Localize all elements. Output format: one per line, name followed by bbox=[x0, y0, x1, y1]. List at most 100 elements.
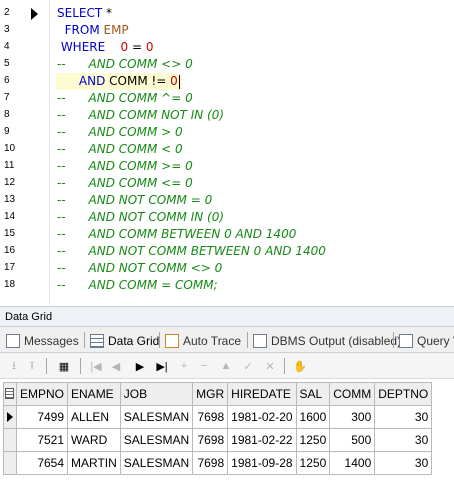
tab-dbms-output[interactable]: DBMS Output (disabled) bbox=[253, 330, 401, 351]
code-line[interactable]: 10 -- AND COMM < 0 bbox=[0, 141, 454, 158]
column-header[interactable]: HIREDATE bbox=[227, 382, 297, 406]
code-token: SELECT bbox=[57, 6, 103, 20]
row-indicator[interactable] bbox=[3, 405, 17, 429]
code-line[interactable]: 17 -- AND NOT COMM <> 0 bbox=[0, 260, 454, 277]
code-token: * bbox=[102, 6, 113, 20]
grid-corner[interactable] bbox=[3, 382, 17, 406]
tab-data-grid[interactable]: Data Grid bbox=[90, 330, 159, 351]
row-indicator[interactable] bbox=[3, 428, 17, 452]
column-header[interactable]: MGR bbox=[192, 382, 229, 406]
column-header[interactable]: JOB bbox=[119, 382, 194, 406]
code-line[interactable]: 18 -- AND COMM = COMM; bbox=[0, 277, 454, 294]
table-row[interactable]: 7499 ALLEN SALESMAN 7698 1981-02-20 1600 300 30 bbox=[3, 405, 433, 429]
grid-cell[interactable]: 1250 bbox=[295, 451, 331, 475]
grid-options-icon[interactable]: ▦ bbox=[56, 358, 72, 374]
code-line[interactable]: 7 -- AND COMM ^= 0 bbox=[0, 90, 454, 107]
column-header[interactable]: ENAME bbox=[67, 382, 121, 406]
code-token: AND COMM BETWEEN 0 AND 1400 bbox=[65, 227, 297, 241]
column-header[interactable]: EMPNO bbox=[15, 382, 69, 406]
post-icon[interactable]: ✓ bbox=[240, 358, 256, 374]
edit-icon[interactable]: ▲ bbox=[218, 358, 234, 374]
grid-cell[interactable]: SALESMAN bbox=[119, 451, 194, 475]
code-line[interactable]: 4 WHERE 0 = 0 bbox=[0, 39, 454, 56]
code-text: -- AND NOT COMM IN (0) bbox=[57, 209, 224, 226]
toolbar-separator bbox=[284, 358, 285, 374]
tab-query-viewer[interactable]: Query V bbox=[399, 330, 454, 351]
next-icon[interactable]: ▶ bbox=[132, 358, 148, 374]
code-line[interactable]: 11 -- AND COMM >= 0 bbox=[0, 158, 454, 175]
grid-cell[interactable]: 1400 bbox=[329, 451, 376, 475]
grid-cell[interactable]: 7499 bbox=[15, 405, 69, 429]
result-grid[interactable]: EMPNO ENAME JOB MGR HIREDATE SAL COMM DEPTNO 74… bbox=[3, 382, 433, 475]
tab-separator bbox=[159, 332, 160, 348]
code-token: FROM bbox=[57, 23, 100, 37]
grid-cell[interactable]: 300 bbox=[329, 405, 376, 429]
grid-cell[interactable]: 500 bbox=[329, 428, 376, 452]
code-text: -- AND NOT COMM = 0 bbox=[57, 192, 212, 209]
grid-cell[interactable]: 30 bbox=[374, 428, 433, 452]
export-icon[interactable]: ⭳ bbox=[6, 358, 22, 374]
grid-cell[interactable]: WARD bbox=[67, 428, 121, 452]
tab-messages[interactable]: Messages bbox=[6, 330, 79, 351]
cancel-icon[interactable]: ✕ bbox=[262, 358, 278, 374]
row-indicator[interactable] bbox=[3, 451, 17, 475]
grid-cell[interactable]: 1981-09-28 bbox=[227, 451, 297, 475]
grid-cell[interactable]: 7654 bbox=[15, 451, 69, 475]
last-record-icon[interactable]: ▶| bbox=[154, 358, 170, 374]
table-row[interactable]: 7521 WARD SALESMAN 7698 1981-02-22 1250 500 30 bbox=[3, 428, 433, 452]
code-line[interactable]: 3 FROM EMP bbox=[0, 22, 454, 39]
grid-cell[interactable]: 1600 bbox=[295, 405, 331, 429]
grid-cell[interactable]: 7521 bbox=[15, 428, 69, 452]
line-number: 2 bbox=[4, 7, 10, 18]
code-line[interactable]: 8 -- AND COMM NOT IN (0) bbox=[0, 107, 454, 124]
data-grid-icon bbox=[90, 333, 104, 348]
grid-cell[interactable]: 30 bbox=[374, 405, 433, 429]
grid-cell[interactable]: 1981-02-22 bbox=[227, 428, 297, 452]
code-token: -- bbox=[57, 57, 66, 71]
table-row[interactable]: 7654 MARTIN SALESMAN 7698 1981-09-28 1250 1400… bbox=[3, 451, 433, 475]
delete-icon[interactable]: − bbox=[196, 358, 212, 374]
code-text: -- AND COMM = COMM; bbox=[57, 277, 218, 294]
code-token: AND NOT COMM IN (0) bbox=[65, 210, 225, 224]
code-line[interactable]: 15 -- AND COMM BETWEEN 0 AND 1400 bbox=[0, 226, 454, 243]
refresh-icon[interactable]: ✋ bbox=[292, 358, 308, 374]
grid-cell[interactable]: 7698 bbox=[192, 428, 229, 452]
grid-cell[interactable]: 30 bbox=[374, 451, 433, 475]
line-number: 4 bbox=[4, 41, 10, 52]
auto-trace-icon bbox=[165, 333, 179, 348]
grid-cell[interactable]: SALESMAN bbox=[119, 428, 194, 452]
grid-cell[interactable]: ALLEN bbox=[67, 405, 121, 429]
code-line[interactable]: 5 -- AND COMM <> 0 bbox=[0, 56, 454, 73]
column-header[interactable]: SAL bbox=[295, 382, 331, 406]
import-icon[interactable]: ⭱ bbox=[24, 358, 40, 374]
code-line[interactable]: 6 AND COMM != 0 bbox=[0, 73, 454, 90]
current-statement-marker-icon bbox=[31, 8, 38, 20]
code-line[interactable]: 2 SELECT * bbox=[0, 5, 454, 22]
code-token: AND NOT COMM <> 0 bbox=[65, 261, 223, 275]
grid-cell[interactable]: 7698 bbox=[192, 405, 229, 429]
code-line[interactable]: 14 -- AND NOT COMM IN (0) bbox=[0, 209, 454, 226]
messages-icon bbox=[6, 333, 20, 348]
grid-cell[interactable]: 7698 bbox=[192, 451, 229, 475]
insert-icon[interactable]: + bbox=[176, 358, 192, 374]
prior-icon[interactable]: ◀ bbox=[108, 358, 124, 374]
column-header[interactable]: DEPTNO bbox=[374, 382, 433, 406]
grid-cell[interactable]: 1981-02-20 bbox=[227, 405, 297, 429]
tab-auto-trace[interactable]: Auto Trace bbox=[165, 330, 241, 351]
code-line[interactable]: 12 -- AND COMM <= 0 bbox=[0, 175, 454, 192]
first-record-icon[interactable]: |◀ bbox=[88, 358, 104, 374]
column-header[interactable]: COMM bbox=[329, 382, 376, 406]
grid-cell[interactable]: 1250 bbox=[295, 428, 331, 452]
code-text: -- AND NOT COMM BETWEEN 0 AND 1400 bbox=[57, 243, 326, 260]
code-text: -- AND COMM BETWEEN 0 AND 1400 bbox=[57, 226, 296, 243]
code-line[interactable]: 9 -- AND COMM > 0 bbox=[0, 124, 454, 141]
tab-separator bbox=[393, 332, 394, 348]
code-text: AND COMM != 0 bbox=[56, 73, 182, 90]
code-line[interactable]: 13 -- AND NOT COMM = 0 bbox=[0, 192, 454, 209]
sql-editor[interactable]: 2 SELECT * 3 FROM EMP 4 WHERE 0 = 0 5 -- AND … bbox=[0, 0, 454, 305]
grid-cell[interactable]: SALESMAN bbox=[119, 405, 194, 429]
grid-cell[interactable]: MARTIN bbox=[67, 451, 121, 475]
line-number: 11 bbox=[4, 160, 15, 171]
code-line[interactable]: 16 -- AND NOT COMM BETWEEN 0 AND 1400 bbox=[0, 243, 454, 260]
